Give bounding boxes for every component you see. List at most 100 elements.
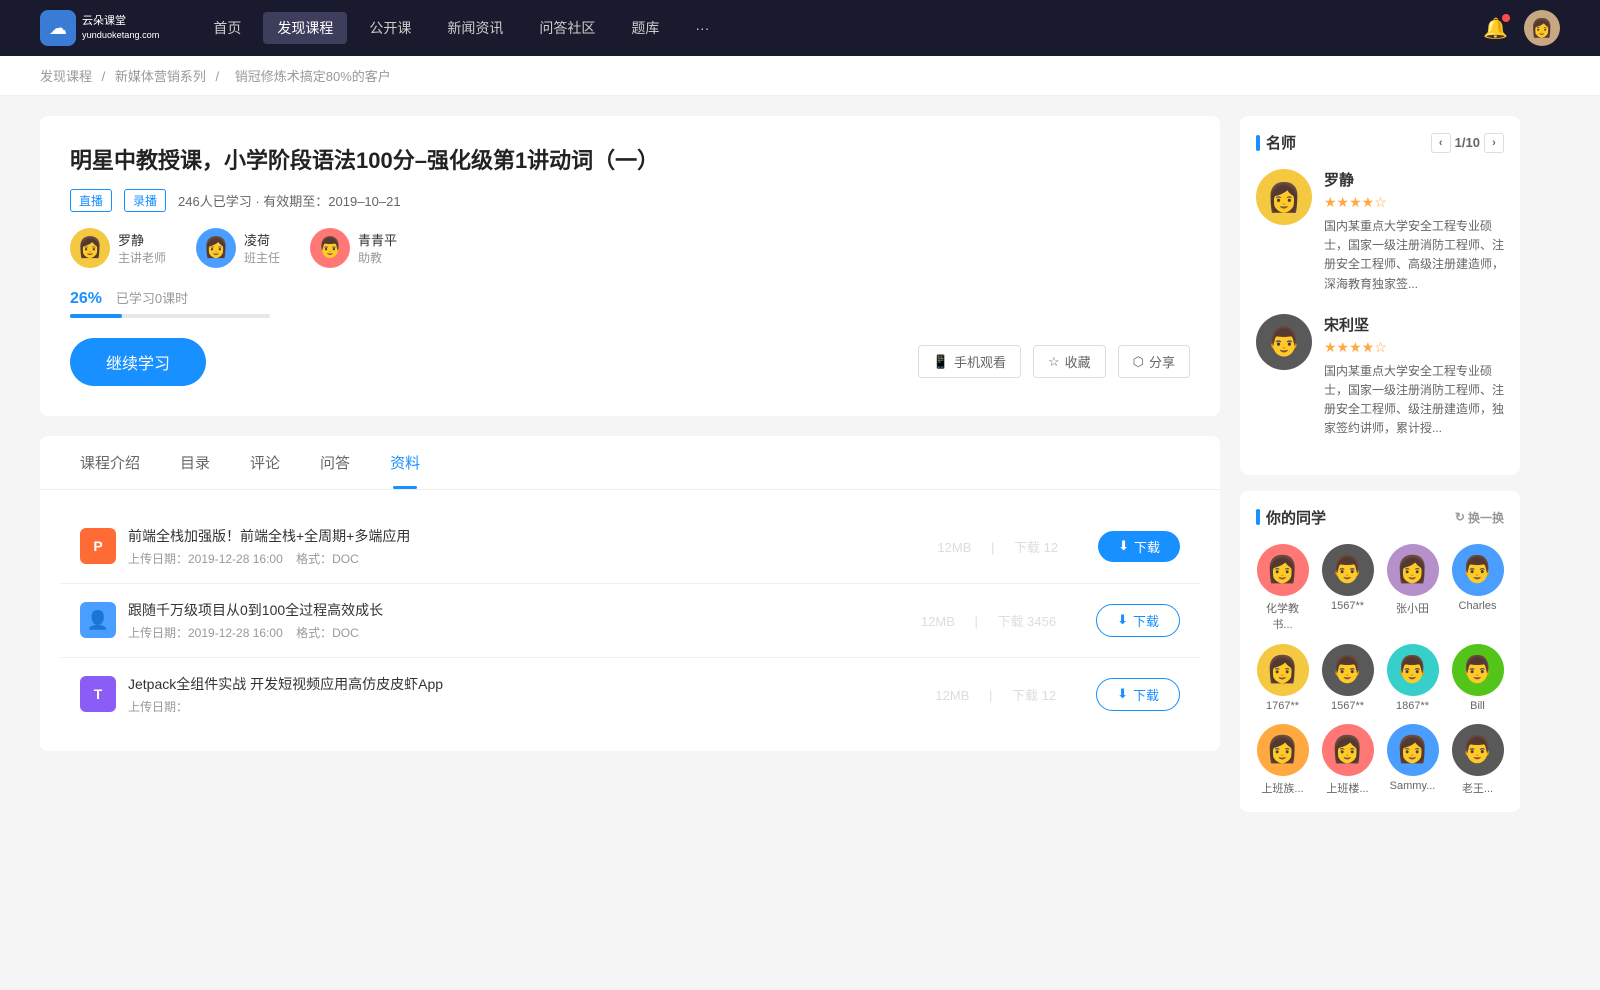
tab-intro[interactable]: 课程介绍: [60, 436, 160, 489]
tab-qa[interactable]: 问答: [300, 436, 370, 489]
download-icon-1: ⬇: [1117, 612, 1128, 628]
course-meta-text: 246人已学习 · 有效期至：2019–10–21: [178, 191, 401, 210]
file-item-0: P 前端全栈加强版！前端全栈+全周期+多端应用 上传日期：2019-12-28 …: [60, 510, 1200, 584]
download-btn-1[interactable]: ⬇ 下载: [1096, 604, 1180, 637]
file-meta-2: 上传日期：: [128, 698, 915, 715]
teacher-page-num: 1/10: [1455, 135, 1480, 150]
file-name-0: 前端全栈加强版！前端全栈+全周期+多端应用: [128, 526, 917, 546]
classmate-3[interactable]: 👨 Charles: [1451, 544, 1504, 632]
breadcrumb: 发现课程 / 新媒体营销系列 / 销冠修炼术搞定80%的客户: [0, 56, 1600, 96]
classmate-name-5: 1567**: [1331, 700, 1364, 712]
classmates-card: 你的同学 ↻ 换一换 👩 化学教书... 👨 1567**: [1240, 491, 1520, 812]
continue-button[interactable]: 继续学习: [70, 338, 206, 386]
logo[interactable]: ☁ 云朵课堂yunduoketang.com: [40, 10, 159, 46]
sidebar-teacher-0: 👩 罗静 ★★★★☆ 国内某重点大学安全工程专业硕士，国家一级注册消防工程师、注…: [1256, 169, 1504, 294]
action-buttons: 📱 手机观看 ☆ 收藏 ⬡ 分享: [918, 345, 1190, 378]
teacher-avatar-0: 👩: [70, 228, 110, 268]
classmate-name-10: Sammy...: [1390, 780, 1436, 792]
classmate-10[interactable]: 👩 Sammy...: [1386, 724, 1439, 796]
teacher-name-1: 凌荷: [244, 230, 280, 249]
notification-dot: [1502, 14, 1510, 22]
tab-review[interactable]: 评论: [230, 436, 300, 489]
tab-materials[interactable]: 资料: [370, 436, 440, 489]
sidebar-teacher-name-0: 罗静: [1324, 169, 1504, 190]
nav-qa[interactable]: 问答社区: [525, 12, 609, 44]
notification-bell[interactable]: 🔔: [1483, 16, 1508, 41]
collect-label: 收藏: [1065, 352, 1091, 371]
share-btn[interactable]: ⬡ 分享: [1118, 345, 1190, 378]
classmate-7[interactable]: 👨 Bill: [1451, 644, 1504, 712]
sidebar: 名师 ‹ 1/10 › 👩 罗静 ★★★★☆ 国内某: [1240, 116, 1520, 828]
classmate-8[interactable]: 👩 上班族...: [1256, 724, 1309, 796]
classmate-0[interactable]: 👩 化学教书...: [1256, 544, 1309, 632]
classmate-avatar-0: 👩: [1257, 544, 1309, 596]
teacher-avatar-2: 👨: [310, 228, 350, 268]
content-area: 明星中教授课，小学阶段语法100分–强化级第1讲动词（一） 直播 录播 246人…: [40, 116, 1220, 828]
nav-quiz[interactable]: 题库: [617, 12, 673, 44]
classmate-avatar-8: 👩: [1257, 724, 1309, 776]
classmate-5[interactable]: 👨 1567**: [1321, 644, 1374, 712]
mobile-label: 手机观看: [954, 352, 1006, 371]
teacher-item-0: 👩 罗静 主讲老师: [70, 228, 166, 268]
progress-sub: 已学习0课时: [116, 288, 188, 307]
mobile-watch-btn[interactable]: 📱 手机观看: [918, 345, 1021, 378]
nav-news[interactable]: 新闻资讯: [433, 12, 517, 44]
classmate-4[interactable]: 👩 1767**: [1256, 644, 1309, 712]
nav-more[interactable]: ···: [681, 14, 723, 42]
nav-open[interactable]: 公开课: [355, 12, 425, 44]
classmates-grid: 👩 化学教书... 👨 1567** 👩 张小田 👨 Charles 👩: [1256, 544, 1504, 796]
file-icon-2: T: [80, 676, 116, 712]
refresh-classmates-btn[interactable]: ↻ 换一换: [1455, 509, 1504, 526]
collect-btn[interactable]: ☆ 收藏: [1033, 345, 1106, 378]
classmate-avatar-3: 👨: [1452, 544, 1504, 596]
sidebar-teacher-1: 👨 宋利坚 ★★★★☆ 国内某重点大学安全工程专业硕士，国家一级注册消防工程师、…: [1256, 314, 1504, 439]
classmate-avatar-11: 👨: [1452, 724, 1504, 776]
action-row: 继续学习 📱 手机观看 ☆ 收藏 ⬡ 分享: [70, 338, 1190, 386]
tab-catalog[interactable]: 目录: [160, 436, 230, 489]
teacher-role-2: 助教: [358, 249, 397, 266]
teacher-next-btn[interactable]: ›: [1484, 133, 1504, 153]
tag-live: 直播: [70, 189, 112, 212]
teacher-page-nav: ‹ 1/10 ›: [1431, 133, 1504, 153]
course-header-card: 明星中教授课，小学阶段语法100分–强化级第1讲动词（一） 直播 录播 246人…: [40, 116, 1220, 416]
sidebar-teacher-avatar-1[interactable]: 👨: [1256, 314, 1312, 370]
nav-home[interactable]: 首页: [199, 12, 255, 44]
breadcrumb-series[interactable]: 新媒体营销系列: [115, 69, 206, 84]
download-btn-2[interactable]: ⬇ 下载: [1096, 678, 1180, 711]
teacher-prev-btn[interactable]: ‹: [1431, 133, 1451, 153]
breadcrumb-discover[interactable]: 发现课程: [40, 69, 92, 84]
download-btn-0[interactable]: ⬇ 下载: [1098, 531, 1180, 562]
teacher-item-1: 👩 凌荷 班主任: [196, 228, 280, 268]
file-info-2: Jetpack全组件实战 开发短视频应用高仿皮皮虾App 上传日期：: [128, 674, 915, 715]
classmate-11[interactable]: 👨 老王...: [1451, 724, 1504, 796]
sidebar-teacher-desc-0: 国内某重点大学安全工程专业硕士，国家一级注册消防工程师、注册安全工程师、高级注册…: [1324, 217, 1504, 294]
file-meta-1: 上传日期：2019-12-28 16:00 格式：DOC: [128, 624, 901, 641]
user-avatar-nav[interactable]: 👩: [1524, 10, 1560, 46]
classmate-1[interactable]: 👨 1567**: [1321, 544, 1374, 632]
teacher-role-0: 主讲老师: [118, 249, 166, 266]
classmate-avatar-9: 👩: [1322, 724, 1374, 776]
sidebar-teacher-desc-1: 国内某重点大学安全工程专业硕士，国家一级注册消防工程师、注册安全工程师、级注册建…: [1324, 362, 1504, 439]
classmate-avatar-6: 👨: [1387, 644, 1439, 696]
file-item-1: 👤 跟随千万级项目从0到100全过程高效成长 上传日期：2019-12-28 1…: [60, 584, 1200, 658]
teachers-row: 👩 罗静 主讲老师 👩 凌荷 班主任 👨 青青平: [70, 228, 1190, 268]
teacher-role-1: 班主任: [244, 249, 280, 266]
classmate-9[interactable]: 👩 上班楼...: [1321, 724, 1374, 796]
classmate-2[interactable]: 👩 张小田: [1386, 544, 1439, 632]
classmate-name-4: 1767**: [1266, 700, 1299, 712]
classmate-avatar-2: 👩: [1387, 544, 1439, 596]
classmate-name-7: Bill: [1470, 700, 1485, 712]
progress-percent: 26%: [70, 290, 102, 307]
teacher-name-0: 罗静: [118, 230, 166, 249]
classmate-6[interactable]: 👨 1867**: [1386, 644, 1439, 712]
sidebar-teacher-avatar-0[interactable]: 👩: [1256, 169, 1312, 225]
nav-items: 首页 发现课程 公开课 新闻资讯 问答社区 题库 ···: [199, 12, 1483, 44]
teacher-item-2: 👨 青青平 助教: [310, 228, 397, 268]
classmate-avatar-1: 👨: [1322, 544, 1374, 596]
logo-icon: ☁: [40, 10, 76, 46]
classmate-name-11: 老王...: [1462, 780, 1493, 796]
file-info-0: 前端全栈加强版！前端全栈+全周期+多端应用 上传日期：2019-12-28 16…: [128, 526, 917, 567]
classmate-avatar-10: 👩: [1387, 724, 1439, 776]
nav-discover[interactable]: 发现课程: [263, 12, 347, 44]
file-name-2: Jetpack全组件实战 开发短视频应用高仿皮皮虾App: [128, 674, 915, 694]
